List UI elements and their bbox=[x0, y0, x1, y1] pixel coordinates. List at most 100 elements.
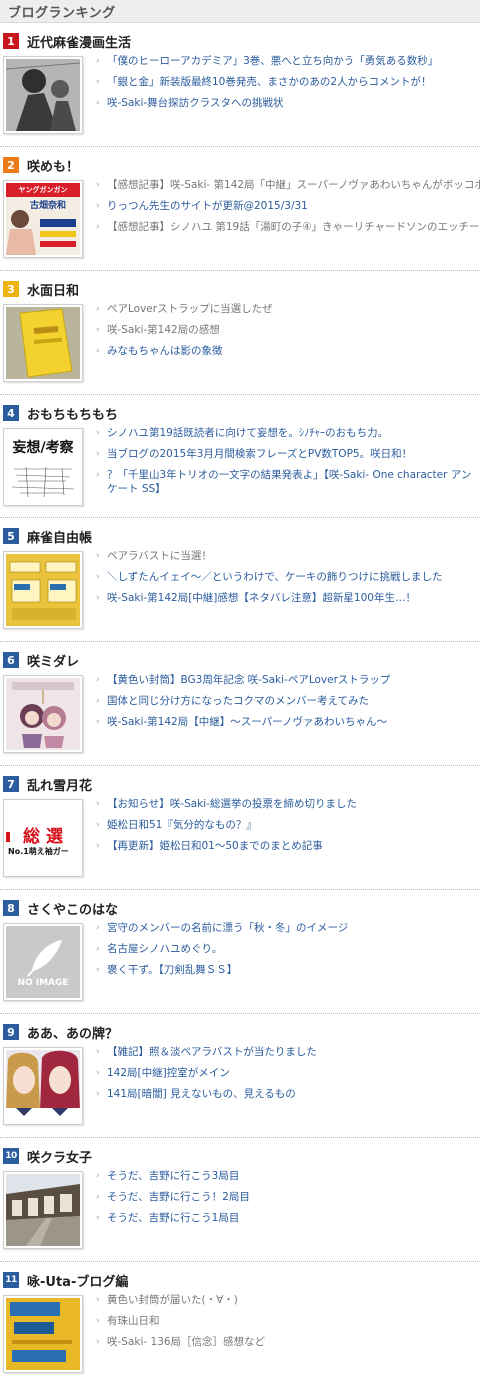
blog-name-link[interactable]: おもちもちもち bbox=[27, 404, 118, 423]
chevron-right-icon: › bbox=[96, 304, 100, 314]
no-image-label: NO IMAGE bbox=[17, 978, 69, 988]
blog-thumbnail[interactable] bbox=[3, 1295, 83, 1373]
article-link[interactable]: 142局[中継]控室がメイン bbox=[107, 1067, 230, 1079]
blog-name-link[interactable]: 麻雀自由帳 bbox=[27, 527, 92, 546]
anime-girls-image bbox=[6, 1050, 80, 1122]
blog-entry: 10 咲クラ女子 › そうだ、吉野に行こう3局目 › そうだ、吉野に行こう！2局目 … bbox=[0, 1138, 480, 1262]
article-link[interactable]: 咲-Saki-舞台探訪クラスタへの挑戦状 bbox=[107, 97, 283, 109]
yellow-envelope-image bbox=[6, 307, 80, 379]
chevron-right-icon: › bbox=[96, 820, 100, 830]
blog-entry: 1 近代麻雀漫画生活 › 「僕のヒーローアカデミア」3巻、悪へと立ち向かう「勇気あ… bbox=[0, 23, 480, 147]
blog-name-link[interactable]: 水面日和 bbox=[27, 280, 79, 299]
calligraphy-image: 妄想/考察 bbox=[6, 431, 80, 503]
blog-entry: 4 おもちもちもち 妄想/考察 › シノハユ第19話既読者に向けて妄想を。ｼﾉﾁｬ… bbox=[0, 395, 480, 518]
blog-thumbnail[interactable]: 総 選 No.1萌え袖ガー bbox=[3, 799, 83, 877]
rank-badge: 8 bbox=[3, 900, 19, 916]
chevron-right-icon: › bbox=[96, 675, 100, 685]
rank-badge: 2 bbox=[3, 157, 19, 173]
article-link[interactable]: シノハユ第19話既読者に向けて妄想を。ｼﾉﾁｬｰのおもち力。 bbox=[107, 427, 388, 439]
chevron-right-icon: › bbox=[96, 56, 100, 66]
street-photo-image bbox=[6, 1174, 80, 1246]
rank-badge: 10 bbox=[3, 1148, 19, 1164]
article-link[interactable]: ペアLoverストラップに当選したぜ bbox=[107, 303, 273, 315]
blog-thumbnail[interactable]: NO IMAGE bbox=[3, 923, 83, 1001]
article-link[interactable]: ？「千里山3年トリオの一文字の結果発表よ」【咲-Saki- One charac… bbox=[107, 469, 471, 495]
blog-thumbnail[interactable] bbox=[3, 56, 83, 134]
article-link[interactable]: 咲-Saki-第142局【中継】～スーパーノヴァあわいちゃん～ bbox=[107, 716, 387, 728]
chevron-right-icon: › bbox=[96, 98, 100, 108]
article-link[interactable]: 黄色い封筒が届いた(・∀・) bbox=[107, 1294, 238, 1306]
blog-name-link[interactable]: 咲めも！ bbox=[27, 156, 79, 175]
article-link[interactable]: そうだ、吉野に行こう3局目 bbox=[107, 1170, 239, 1182]
article-link[interactable]: 姫松日和51『気分的なもの？』 bbox=[107, 819, 257, 831]
article-link[interactable]: 咲-Saki-第142局の感想 bbox=[107, 324, 220, 336]
no-image-placeholder: NO IMAGE bbox=[6, 926, 80, 998]
ranking-header: ブログランキング bbox=[0, 0, 480, 23]
blog-thumbnail[interactable] bbox=[3, 304, 83, 382]
article-link[interactable]: 【感想記事】シノハユ 第19話「湯町の子④」きゃーリチャードソンのエッチー bbox=[107, 221, 480, 233]
article-link[interactable]: 国体と同じ分け方になったコクマのメンバー考えてみた bbox=[107, 695, 369, 707]
chevron-right-icon: › bbox=[96, 1295, 100, 1305]
article-link[interactable]: 咲-Saki- 136局［信念］感想など bbox=[107, 1336, 265, 1348]
rank-badge: 4 bbox=[3, 405, 19, 421]
article-link[interactable]: 当ブログの2015年3月月間検索フレーズとPV数TOP5。咲日和！ bbox=[107, 448, 412, 460]
article-link[interactable]: 「僕のヒーローアカデミア」3巻、悪へと立ち向かう「勇気ある数秒」 bbox=[107, 55, 438, 67]
chevron-right-icon: › bbox=[96, 77, 100, 87]
blog-thumbnail[interactable] bbox=[3, 675, 83, 753]
article-link[interactable]: 咲-Saki-第142局[中継]感想【ネタバレ注意】超新星100年生…！ bbox=[107, 592, 416, 604]
blog-name-link[interactable]: 乱れ雪月花 bbox=[27, 775, 92, 794]
chevron-right-icon: › bbox=[96, 325, 100, 335]
chevron-right-icon: › bbox=[96, 1192, 100, 1202]
chevron-right-icon: › bbox=[96, 449, 100, 459]
chevron-right-icon: › bbox=[96, 1316, 100, 1326]
article-link[interactable]: ペアラバストに当選！ bbox=[107, 550, 212, 562]
blog-name-link[interactable]: 咲クラ女子 bbox=[27, 1147, 92, 1166]
article-link[interactable]: 【黄色い封筒】BG3周年記念 咲-Saki-ペアLoverストラップ bbox=[107, 674, 390, 686]
chevron-right-icon: › bbox=[96, 717, 100, 727]
blog-entry: 6 咲ミダレ › 【黄色い封筒】BG3周年記念 咲-Saki-ペアLoverストラ… bbox=[0, 642, 480, 766]
blog-name-link[interactable]: 近代麻雀漫画生活 bbox=[27, 32, 131, 51]
article-link[interactable]: 宮守のメンバーの名前に漂う「秋・冬」のイメージ bbox=[107, 922, 348, 934]
article-link[interactable]: 【再更新】姫松日和01～50までのまとめ記事 bbox=[107, 840, 323, 852]
yellow-envelope-image bbox=[6, 554, 80, 626]
blog-name-link[interactable]: さくやこのはな bbox=[27, 899, 118, 918]
blog-entry: 2 咲めも！ ヤングガンガン 古畑奈和 › 【感想記事】咲-Saki- 第142局… bbox=[0, 147, 480, 271]
blog-thumbnail[interactable] bbox=[3, 1171, 83, 1249]
chevron-right-icon: › bbox=[96, 593, 100, 603]
article-link[interactable]: 141局[暗闇] 見えないもの、見えるもの bbox=[107, 1088, 296, 1100]
chevron-right-icon: › bbox=[96, 1089, 100, 1099]
article-link[interactable]: 【お知らせ】咲-Saki-総選挙の投票を締め切りました bbox=[107, 798, 357, 810]
blog-thumbnail[interactable] bbox=[3, 551, 83, 629]
chevron-right-icon: › bbox=[96, 1047, 100, 1057]
chevron-right-icon: › bbox=[96, 1213, 100, 1223]
article-link[interactable]: そうだ、吉野に行こう1局目 bbox=[107, 1212, 239, 1224]
article-link[interactable]: そうだ、吉野に行こう！2局目 bbox=[107, 1191, 250, 1203]
chevron-right-icon: › bbox=[96, 944, 100, 954]
rank-badge: 9 bbox=[3, 1024, 19, 1040]
article-link[interactable]: 【感想記事】咲-Saki- 第142局「中継」スーパーノヴァあわいちゃんがボッコ… bbox=[107, 179, 480, 191]
chevron-right-icon: › bbox=[96, 572, 100, 582]
article-link[interactable]: 名古屋シノハユめぐり。 bbox=[107, 943, 222, 955]
chevron-right-icon: › bbox=[96, 180, 100, 190]
blog-name-link[interactable]: 咏-Uta-ブログ編 bbox=[27, 1271, 128, 1290]
blog-entry: 11 咏-Uta-ブログ編 › 黄色い封筒が届いた(・∀・) › 有珠山日和 › 咲-… bbox=[0, 1262, 480, 1377]
article-link[interactable]: 有珠山日和 bbox=[107, 1315, 160, 1327]
blog-name-link[interactable]: ああ、あの牌？ bbox=[27, 1023, 118, 1042]
blog-thumbnail[interactable]: 妄想/考察 bbox=[3, 428, 83, 506]
blog-thumbnail[interactable] bbox=[3, 1047, 83, 1125]
election-banner-image: 総 選 No.1萌え袖ガー bbox=[6, 802, 80, 874]
blog-thumbnail[interactable]: ヤングガンガン 古畑奈和 bbox=[3, 180, 83, 258]
blog-name-link[interactable]: 咲ミダレ bbox=[27, 651, 79, 670]
article-link[interactable]: 【雑記】照＆淡ペアラバストが当たりました bbox=[107, 1046, 317, 1058]
chevron-right-icon: › bbox=[96, 222, 100, 232]
article-link[interactable]: 褒く干ず。【刀剣乱舞ＳＳ】 bbox=[107, 964, 237, 976]
article-link[interactable]: りっつん先生のサイトが更新@2015/3/31 bbox=[107, 200, 308, 212]
blog-entry: 9 ああ、あの牌？ › 【雑記】照＆淡ペアラバストが当たりました › 142局[中継… bbox=[0, 1014, 480, 1138]
chevron-right-icon: › bbox=[96, 1337, 100, 1347]
article-link[interactable]: 「銀と金」新装版最終10巻発売、まさかのあの2人からコメントが！ bbox=[107, 76, 432, 88]
blog-entry: 5 麻雀自由帳 › ペアラバストに当選！ › ＼しずたんイェイ～／というわけで、ケー… bbox=[0, 518, 480, 642]
article-link[interactable]: みなもちゃんは影の象徴 bbox=[107, 345, 223, 357]
blog-entry: 8 さくやこのはな NO IMAGE › 宮守のメンバーの名前に漂う「秋・冬」のイ… bbox=[0, 890, 480, 1014]
article-link[interactable]: ＼しずたんイェイ～／というわけで、ケーキの飾りつけに挑戦しました bbox=[107, 571, 442, 583]
chevron-right-icon: › bbox=[96, 965, 100, 975]
